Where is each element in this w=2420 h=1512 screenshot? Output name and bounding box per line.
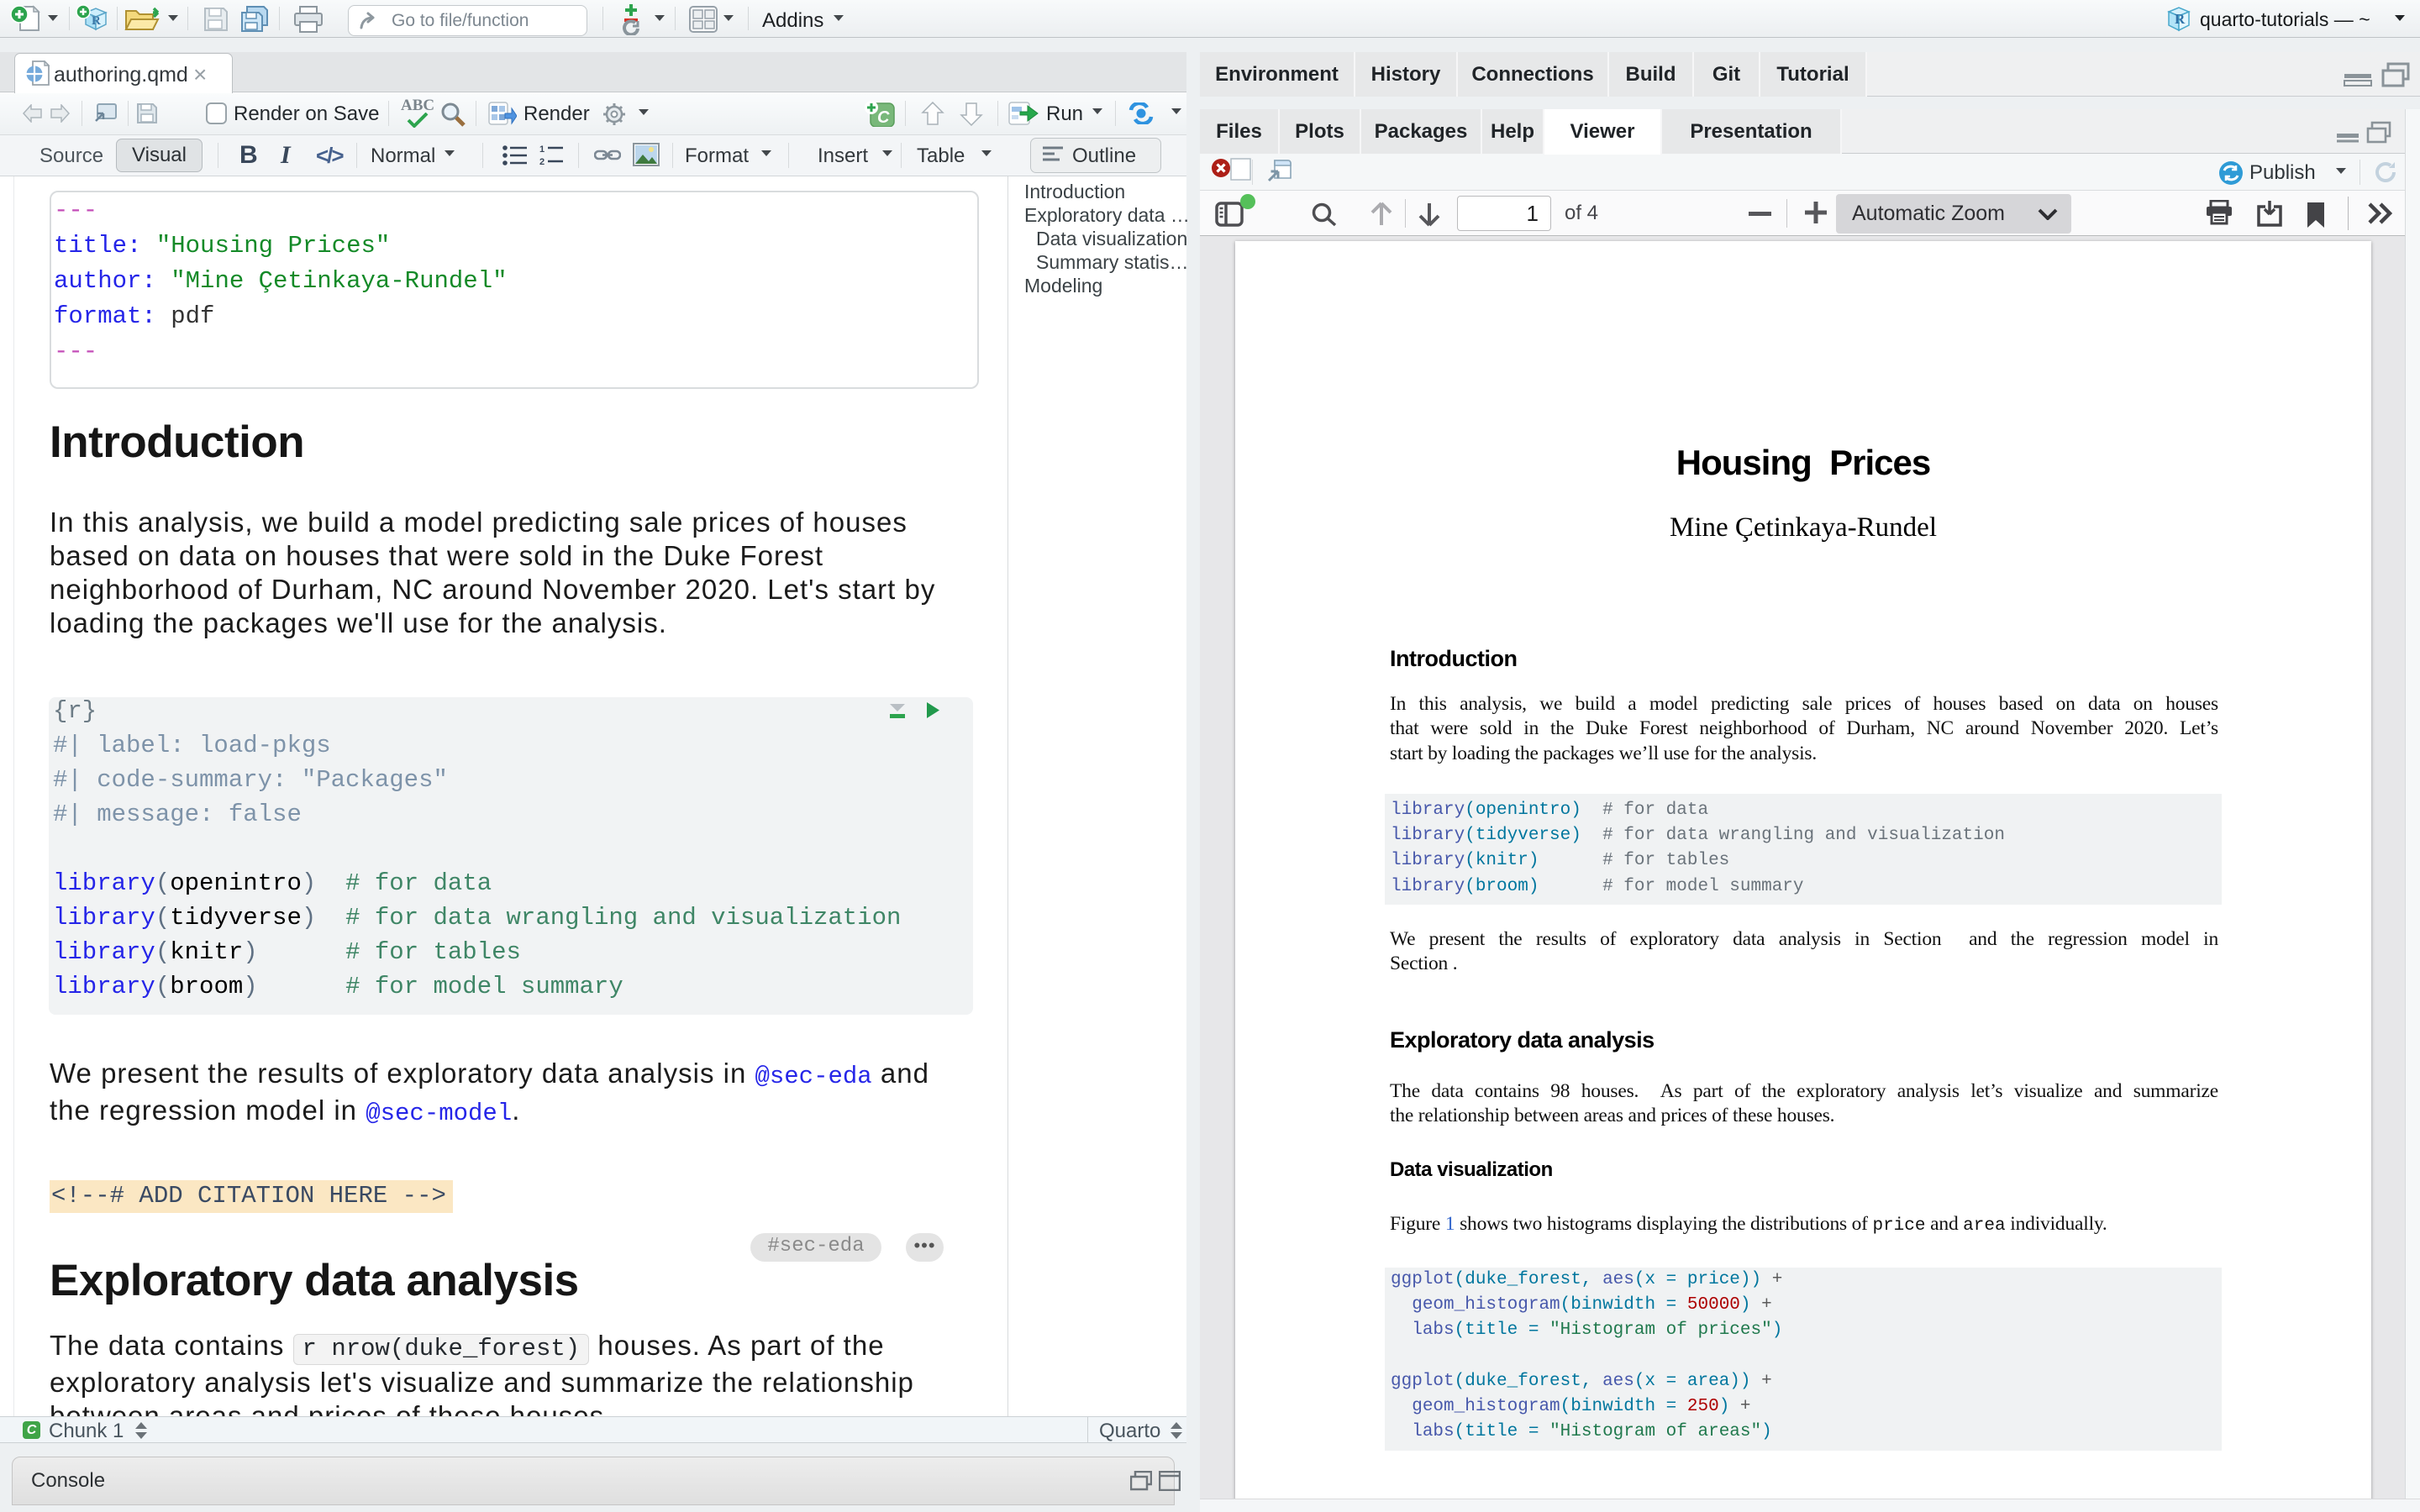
- svg-text:R: R: [92, 14, 101, 28]
- svg-text:2: 2: [539, 157, 544, 166]
- svg-text:1: 1: [539, 144, 544, 155]
- svg-text:C: C: [877, 108, 890, 127]
- svg-text:R: R: [2175, 11, 2186, 27]
